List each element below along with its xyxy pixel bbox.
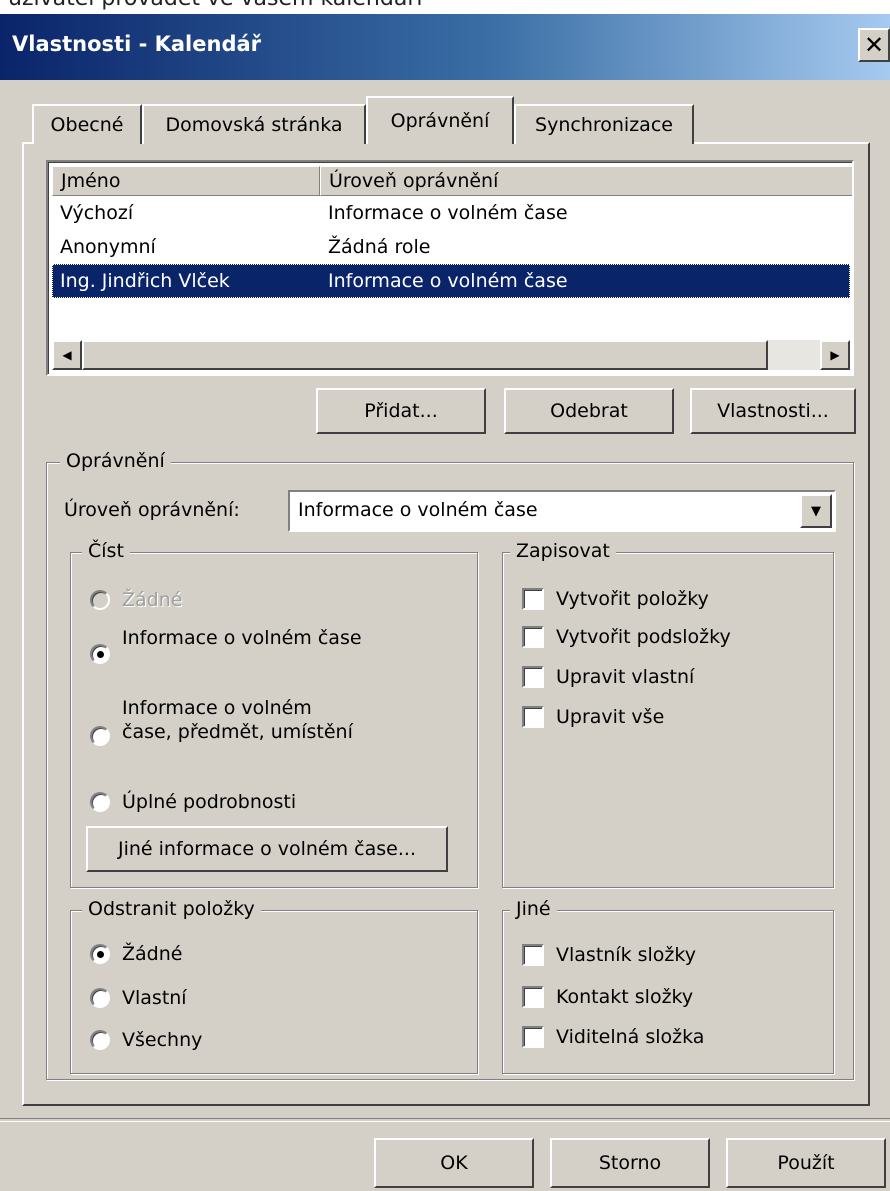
permissions-group-legend: Oprávnění bbox=[60, 450, 171, 472]
folder-visible-checkbox[interactable] bbox=[522, 1026, 544, 1048]
row-name: Anonymní bbox=[60, 236, 156, 258]
read-freebusy-details-radio[interactable] bbox=[90, 726, 110, 746]
edit-all-label: Upravit vše bbox=[556, 706, 665, 728]
add-button[interactable]: Přidat... bbox=[316, 388, 486, 434]
other-group-legend: Jiné bbox=[510, 898, 557, 920]
read-none-label: Žádné bbox=[122, 589, 183, 611]
create-items-label: Vytvořit položky bbox=[556, 588, 709, 610]
folder-owner-label: Vlastník složky bbox=[556, 944, 696, 966]
radio-dot bbox=[97, 651, 104, 658]
read-full-details-label: Úplné podrobnosti bbox=[122, 791, 297, 813]
folder-owner-checkbox[interactable] bbox=[522, 944, 544, 966]
tab-permissions[interactable]: Oprávnění bbox=[366, 96, 514, 144]
read-freebusy-label: Informace o volném čase bbox=[122, 627, 362, 649]
page-caption: uživatel provádět ve vašem kalendáři bbox=[8, 0, 422, 11]
chevron-down-icon: ▼ bbox=[811, 503, 821, 519]
tab-home-page[interactable]: Domovská stránka bbox=[142, 104, 366, 144]
delete-items-group-legend: Odstranit položky bbox=[82, 898, 261, 920]
tab-label: Oprávnění bbox=[390, 110, 490, 132]
scroll-right-button[interactable]: ▶ bbox=[820, 340, 850, 370]
read-group-legend: Číst bbox=[82, 540, 130, 562]
ok-button[interactable]: OK bbox=[374, 1138, 534, 1188]
read-full-details-radio[interactable] bbox=[90, 792, 110, 812]
permission-level-value: Informace o volném čase bbox=[298, 499, 538, 521]
delete-none-label: Žádné bbox=[122, 943, 183, 965]
row-name: Ing. Jindřich Vlček bbox=[60, 270, 230, 292]
horizontal-scrollbar[interactable]: ◀ ▶ bbox=[52, 340, 850, 370]
folder-contact-checkbox[interactable] bbox=[522, 986, 544, 1008]
create-subfolders-checkbox[interactable] bbox=[522, 626, 544, 648]
folder-visible-label: Viditelná složka bbox=[556, 1026, 705, 1048]
arrow-left-icon: ◀ bbox=[62, 348, 72, 362]
scroll-left-button[interactable]: ◀ bbox=[52, 340, 82, 370]
scroll-thumb[interactable] bbox=[82, 340, 768, 370]
folder-contact-label: Kontakt složky bbox=[556, 986, 694, 1008]
read-none-radio[interactable] bbox=[90, 590, 110, 610]
remove-button[interactable]: Odebrat bbox=[504, 388, 674, 434]
close-button[interactable]: ✕ bbox=[858, 28, 890, 62]
other-freebusy-button[interactable]: Jiné informace o volném čase... bbox=[86, 826, 448, 872]
delete-all-radio[interactable] bbox=[90, 1030, 110, 1050]
create-subfolders-label: Vytvořit podsložky bbox=[556, 626, 731, 648]
properties-button[interactable]: Vlastnosti... bbox=[690, 388, 856, 434]
close-icon: ✕ bbox=[863, 31, 885, 59]
row-level: Žádná role bbox=[328, 236, 431, 258]
tab-label: Synchronizace bbox=[535, 114, 673, 136]
window-title: Vlastnosti - Kalendář bbox=[12, 32, 262, 56]
arrow-right-icon: ▶ bbox=[830, 348, 840, 362]
create-items-checkbox[interactable] bbox=[522, 588, 544, 610]
delete-none-radio[interactable] bbox=[90, 944, 110, 964]
radio-dot bbox=[97, 951, 104, 958]
column-header-level[interactable]: Úroveň oprávnění bbox=[320, 166, 852, 196]
row-name: Výchozí bbox=[60, 202, 134, 224]
column-header-name[interactable]: Jméno bbox=[52, 166, 320, 196]
list-row[interactable]: Výchozí Informace o volném čase bbox=[52, 196, 850, 230]
read-freebusy-details-label: Informace o volném čase, předmět, umístě… bbox=[122, 697, 353, 743]
tab-general[interactable]: Obecné bbox=[32, 104, 142, 144]
dropdown-button[interactable]: ▼ bbox=[800, 494, 832, 528]
tab-synchronization[interactable]: Synchronizace bbox=[514, 104, 694, 144]
delete-own-label: Vlastní bbox=[122, 987, 187, 1009]
list-row-selected[interactable]: Ing. Jindřich Vlček Informace o volném č… bbox=[52, 264, 850, 298]
edit-all-checkbox[interactable] bbox=[522, 706, 544, 728]
edit-own-label: Upravit vlastní bbox=[556, 666, 695, 688]
permission-level-select[interactable]: Informace o volném čase ▼ bbox=[288, 490, 836, 532]
tab-label: Domovská stránka bbox=[165, 114, 343, 136]
row-level: Informace o volném čase bbox=[328, 202, 568, 224]
footer-divider bbox=[0, 1118, 890, 1122]
delete-own-radio[interactable] bbox=[90, 988, 110, 1008]
tab-label: Obecné bbox=[50, 114, 124, 136]
apply-button[interactable]: Použít bbox=[726, 1138, 886, 1188]
list-row[interactable]: Anonymní Žádná role bbox=[52, 230, 850, 264]
edit-own-checkbox[interactable] bbox=[522, 666, 544, 688]
write-group-legend: Zapisovat bbox=[510, 540, 616, 562]
cancel-button[interactable]: Storno bbox=[550, 1138, 710, 1188]
permission-level-label: Úroveň oprávnění: bbox=[64, 499, 240, 521]
row-level: Informace o volném čase bbox=[328, 270, 568, 292]
read-freebusy-radio[interactable] bbox=[90, 644, 110, 664]
delete-all-label: Všechny bbox=[122, 1029, 203, 1051]
